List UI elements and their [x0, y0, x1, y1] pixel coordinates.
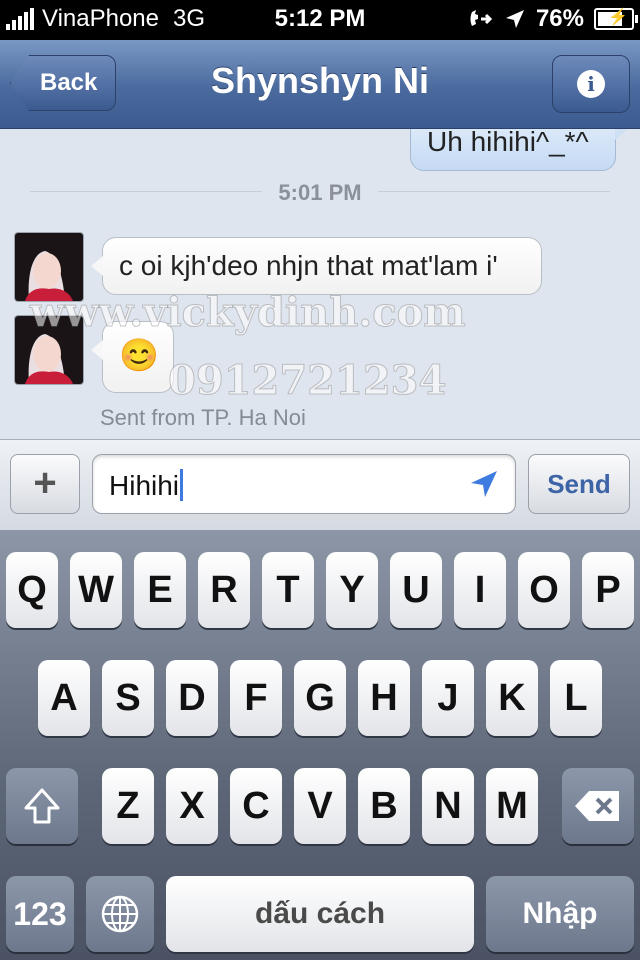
key-t[interactable]: T [262, 552, 314, 628]
numbers-key[interactable]: 123 [6, 876, 74, 952]
message-input[interactable]: Hihihi [92, 454, 516, 514]
message-input-value: Hihihi [109, 470, 180, 501]
avatar[interactable] [14, 315, 84, 385]
location-arrow-icon[interactable] [469, 469, 499, 499]
key-v[interactable]: V [294, 768, 346, 844]
shift-arrow-icon [24, 788, 60, 824]
key-b[interactable]: B [358, 768, 410, 844]
key-o[interactable]: O [518, 552, 570, 628]
key-d[interactable]: D [166, 660, 218, 736]
key-h[interactable]: H [358, 660, 410, 736]
key-n[interactable]: N [422, 768, 474, 844]
key-l[interactable]: L [550, 660, 602, 736]
send-button-label: Send [547, 469, 611, 499]
key-c[interactable]: C [230, 768, 282, 844]
key-s[interactable]: S [102, 660, 154, 736]
key-y[interactable]: Y [326, 552, 378, 628]
message-composer: + Hihihi Send [0, 439, 640, 531]
watermark-website: www.vickydinh.com [30, 289, 467, 337]
sent-from-location: Sent from TP. Ha Noi [100, 405, 306, 430]
key-g[interactable]: G [294, 660, 346, 736]
key-u[interactable]: U [390, 552, 442, 628]
key-p[interactable]: P [582, 552, 634, 628]
space-key[interactable]: dấu cách [166, 876, 474, 952]
key-w[interactable]: W [70, 552, 122, 628]
globe-icon [101, 895, 139, 933]
attach-button[interactable]: + [10, 454, 80, 514]
incoming-emoji-bubble: 😊 [91, 321, 174, 393]
plus-icon: + [33, 461, 57, 505]
backspace-icon [575, 791, 619, 821]
key-f[interactable]: F [230, 660, 282, 736]
outgoing-message-text: Uh hihihi^_*^ [427, 129, 589, 157]
send-button[interactable]: Send [528, 454, 630, 514]
conversation-title: Shynshyn Ni [210, 60, 430, 101]
key-e[interactable]: E [134, 552, 186, 628]
key-a[interactable]: A [38, 660, 90, 736]
shift-key[interactable] [6, 768, 78, 844]
battery-percent: 76% [535, 5, 584, 32]
call-forward-icon [470, 10, 493, 26]
smiley-emoji: 😊 [119, 337, 159, 373]
battery-charging-icon: ⚡ [594, 8, 638, 30]
return-key[interactable]: Nhập [486, 876, 634, 952]
globe-key[interactable] [86, 876, 154, 952]
key-i[interactable]: I [454, 552, 506, 628]
key-q[interactable]: Q [6, 552, 58, 628]
key-j[interactable]: J [422, 660, 474, 736]
text-cursor [180, 469, 184, 501]
status-bar: VinaPhone 3G 5:12 PM 76% ⚡ [0, 0, 640, 40]
location-arrow-icon [505, 10, 524, 28]
message-timestamp: 5:01 PM [262, 180, 378, 205]
key-z[interactable]: Z [102, 768, 154, 844]
info-icon: i [577, 70, 605, 98]
keyboard: Q W E R T Y U I O P A S D F G H J K L Z … [0, 530, 640, 960]
navigation-bar: Back Shynshyn Ni i [0, 40, 640, 129]
key-k[interactable]: K [486, 660, 538, 736]
backspace-key[interactable] [562, 768, 634, 844]
message-thread[interactable]: Uh hihihi^_*^ 5:01 PM c oi kjh'deo nhjn … [0, 129, 640, 439]
key-r[interactable]: R [198, 552, 250, 628]
avatar[interactable] [14, 232, 84, 302]
incoming-message-text: c oi kjh'deo nhjn that mat'lam i' [119, 250, 498, 281]
watermark-phone: 0912721234 [167, 357, 447, 405]
key-x[interactable]: X [166, 768, 218, 844]
key-m[interactable]: M [486, 768, 538, 844]
incoming-message-bubble: c oi kjh'deo nhjn that mat'lam i' [91, 237, 542, 295]
outgoing-message-bubble: Uh hihihi^_*^ [410, 129, 627, 171]
info-button[interactable]: i [552, 55, 630, 113]
